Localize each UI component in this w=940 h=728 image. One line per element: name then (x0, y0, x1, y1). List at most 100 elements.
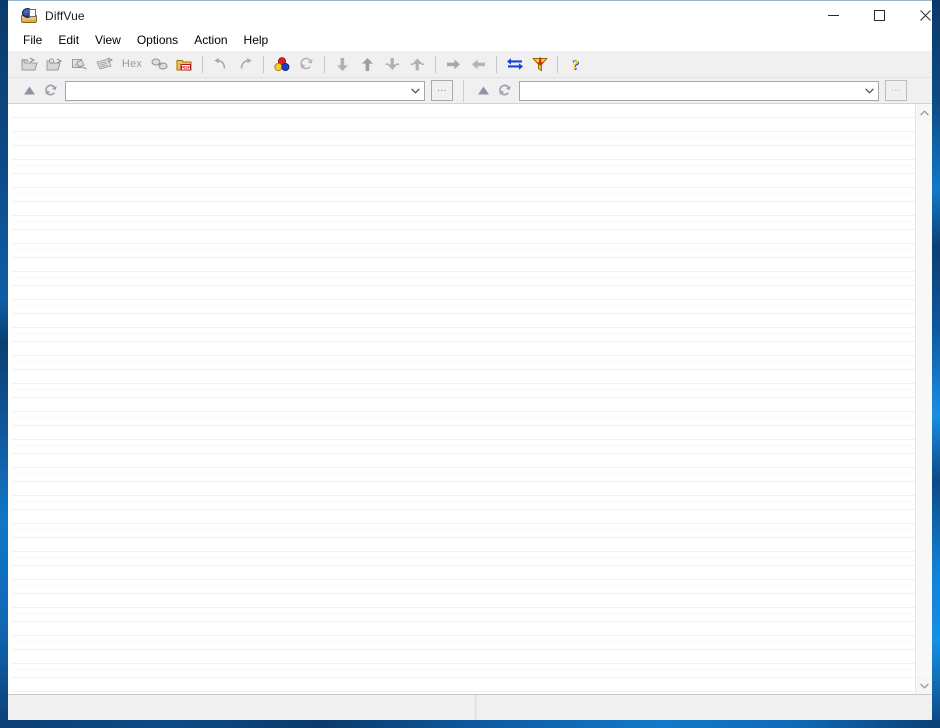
triangle-up-icon (477, 86, 489, 95)
minimize-button[interactable] (810, 1, 856, 30)
left-scroll-up-button[interactable] (18, 80, 40, 102)
right-browse-button[interactable]: ... (885, 80, 907, 101)
toolbar-separator (557, 55, 558, 73)
toolbar-separator (324, 55, 325, 73)
filter-button[interactable] (527, 53, 552, 76)
path-toolbar-separator (463, 79, 464, 102)
open-binary-compare-button[interactable] (92, 53, 117, 76)
redo-arrow-icon (240, 58, 252, 69)
menu-item-file[interactable]: File (15, 31, 50, 50)
filter-funnel-icon (531, 57, 548, 71)
pane-splitter[interactable] (12, 104, 13, 694)
first-difference-button[interactable] (405, 53, 430, 76)
pdf-folder-icon: PDF (176, 59, 192, 70)
menu-bar: File Edit View Options Action Help (8, 30, 932, 51)
hex-label: Hex (121, 58, 143, 70)
right-scroll-up-button[interactable] (472, 80, 494, 102)
hex-compare-button[interactable]: Hex (117, 53, 147, 76)
menu-item-action[interactable]: Action (186, 31, 235, 50)
open-binary-icon (96, 57, 113, 70)
chevron-down-icon (865, 87, 874, 94)
toolbar-separator (496, 55, 497, 73)
previous-difference-button[interactable] (355, 53, 380, 76)
title-bar: DiffVue (8, 0, 932, 30)
help-question-icon: ? ? (571, 57, 579, 72)
open-image-compare-button[interactable] (67, 53, 92, 76)
swap-arrows-icon (506, 58, 523, 70)
left-browse-button[interactable]: ... (431, 80, 453, 101)
arrow-up-icon (362, 57, 373, 71)
toolbar-separator (263, 55, 264, 73)
link-compare-icon (151, 58, 167, 70)
main-toolbar: Hex PDF ? ? (8, 51, 932, 78)
arrow-right-icon (447, 58, 460, 69)
resize-grip-icon[interactable] (934, 706, 940, 718)
application-window: DiffVue File Edit View Options Action He… (0, 0, 940, 728)
arrow-up-bar-icon (410, 57, 425, 70)
color-options-button[interactable] (269, 53, 294, 76)
menu-item-options[interactable]: Options (129, 31, 186, 50)
vertical-scrollbar[interactable] (915, 104, 932, 694)
copy-left-button[interactable] (466, 53, 491, 76)
path-toolbar: ... ... (8, 78, 932, 104)
chevron-up-icon (919, 109, 929, 115)
diff-row-gridlines-secondary (12, 110, 920, 694)
refresh-button[interactable] (294, 53, 319, 76)
status-bar (8, 694, 940, 720)
right-browse-label: ... (891, 83, 901, 94)
arrow-down-bar-icon (385, 57, 400, 70)
left-path-dropdown-button[interactable] (407, 82, 424, 100)
next-difference-button[interactable] (330, 53, 355, 76)
undo-button[interactable] (208, 53, 233, 76)
triangle-up-icon (23, 86, 35, 95)
close-button[interactable] (902, 1, 932, 30)
refresh-icon (499, 84, 511, 96)
right-path-combobox[interactable] (519, 80, 879, 101)
arrow-left-icon (472, 58, 485, 69)
window-title: DiffVue (45, 8, 85, 23)
close-icon (919, 10, 931, 21)
scroll-down-button[interactable] (916, 677, 932, 694)
window-controls (810, 1, 932, 30)
maximize-button[interactable] (856, 1, 902, 30)
maximize-icon (873, 10, 885, 21)
open-image-icon (72, 58, 87, 69)
scrollbar-track[interactable] (916, 121, 932, 677)
open-file-compare-button[interactable] (42, 53, 67, 76)
open-folder-compare-button[interactable] (17, 53, 42, 76)
title-bar-left: DiffVue (8, 1, 85, 30)
status-pane-right (476, 695, 932, 720)
diff-content-area (8, 104, 932, 694)
toolbar-separator (435, 55, 436, 73)
right-refresh-button[interactable] (494, 80, 516, 102)
left-browse-label: ... (437, 83, 447, 94)
minimize-icon (827, 15, 839, 16)
svg-text:?: ? (571, 57, 579, 72)
swap-panes-button[interactable] (502, 53, 527, 76)
scroll-up-button[interactable] (916, 104, 932, 121)
right-path-dropdown-button[interactable] (861, 82, 878, 100)
diffvue-app-icon (21, 7, 37, 24)
menu-item-help[interactable]: Help (236, 31, 277, 50)
left-refresh-button[interactable] (40, 80, 62, 102)
refresh-icon (300, 57, 313, 70)
help-button[interactable]: ? ? (563, 53, 588, 76)
color-circles-icon (273, 56, 289, 71)
svg-text:PDF: PDF (181, 65, 190, 70)
link-compare-button[interactable] (147, 53, 172, 76)
redo-button[interactable] (233, 53, 258, 76)
chevron-down-icon (919, 683, 929, 689)
diff-pane[interactable] (12, 104, 920, 694)
open-file-pair-icon (46, 57, 63, 70)
refresh-icon (45, 84, 57, 96)
undo-arrow-icon (214, 58, 226, 69)
left-path-combobox[interactable] (65, 80, 425, 101)
menu-item-edit[interactable]: Edit (50, 31, 87, 50)
copy-right-button[interactable] (441, 53, 466, 76)
last-difference-button[interactable] (380, 53, 405, 76)
arrow-down-icon (337, 57, 348, 71)
menu-item-view[interactable]: View (87, 31, 129, 50)
chevron-down-icon (411, 87, 420, 94)
pdf-compare-button[interactable]: PDF (172, 53, 197, 76)
status-pane-left (8, 695, 476, 720)
